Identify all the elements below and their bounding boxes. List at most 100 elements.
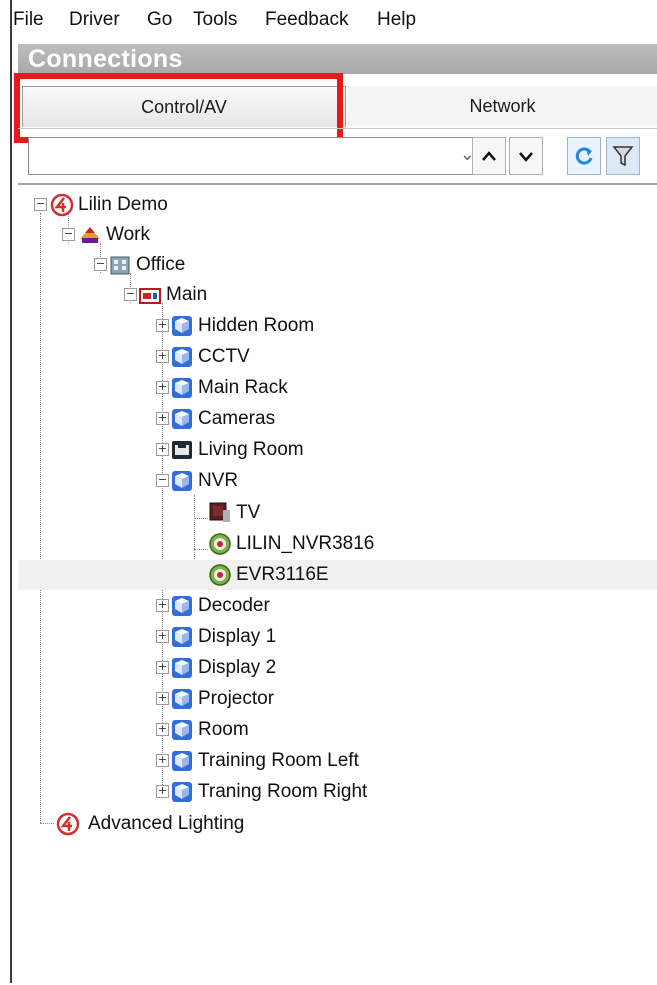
floor-icon [139, 288, 161, 304]
expand-toggle[interactable]: + [156, 443, 169, 456]
tree-node-label: Training Room Left [198, 750, 359, 771]
tree-node-lilin-demo[interactable]: − Lilin Demo [18, 190, 657, 220]
filter-button[interactable] [606, 137, 640, 175]
tree-node-work[interactable]: − Work [18, 220, 657, 250]
tree-node-label: Display 2 [198, 657, 277, 678]
room-cube-icon [172, 409, 192, 429]
tree-node-room[interactable]: + Projector [18, 684, 657, 714]
expand-toggle[interactable]: + [156, 723, 169, 736]
expand-toggle[interactable]: + [156, 599, 169, 612]
tree-node-label: Room [198, 719, 249, 740]
expand-toggle[interactable]: + [156, 350, 169, 363]
collapse-toggle[interactable]: − [62, 228, 75, 241]
tree-node-room[interactable]: + CCTV [18, 342, 657, 372]
tree-node-label: Projector [198, 688, 275, 709]
tree-node-room[interactable]: + Hidden Room [18, 311, 657, 341]
chevron-up-icon [482, 151, 496, 161]
tree-node-advanced-lighting[interactable]: Advanced Lighting [18, 809, 657, 839]
room-cube-icon [172, 658, 192, 678]
tree-node-label: Office [136, 254, 186, 275]
navigate-up-button[interactable] [472, 137, 506, 175]
tree-node-room[interactable]: + Main Rack [18, 373, 657, 403]
tree-node-label: Work [106, 224, 150, 245]
tree-node-room[interactable]: + Traning Room Right [18, 777, 657, 807]
expand-toggle[interactable]: + [156, 319, 169, 332]
tree-node-room[interactable]: + Display 2 [18, 653, 657, 683]
expand-toggle[interactable]: + [156, 630, 169, 643]
expand-toggle[interactable]: + [156, 412, 169, 425]
camera-lens-icon [209, 533, 231, 555]
tree-node-label: Hidden Room [198, 315, 315, 336]
tab-strip: Control/AV Network [18, 86, 657, 128]
room-cube-icon [172, 471, 192, 491]
connections-tree[interactable]: − Lilin Demo − Work − Office − Main + Hi… [18, 183, 657, 985]
tree-node-label: TV [236, 502, 261, 523]
tree-node-device-nvr[interactable]: LILIN_NVR3816 [18, 529, 657, 559]
connections-header: Connections [18, 44, 657, 74]
expand-toggle[interactable]: + [156, 661, 169, 674]
menu-feedback[interactable]: Feedback [265, 9, 348, 31]
tree-node-device-tv[interactable]: TV [18, 498, 657, 528]
expand-toggle[interactable]: + [156, 692, 169, 705]
navigate-down-button[interactable] [509, 137, 543, 175]
room-cube-icon [172, 627, 192, 647]
window-left-edge [10, 0, 12, 983]
tree-node-label: Advanced Lighting [88, 813, 245, 834]
menu-help[interactable]: Help [377, 9, 416, 31]
tree-node-room[interactable]: + Room [18, 715, 657, 745]
tree-node-room[interactable]: + Decoder [18, 591, 657, 621]
menu-bar: File Driver Go Tools Feedback Help [12, 0, 657, 38]
tree-node-label: Main [166, 284, 208, 305]
collapse-toggle[interactable]: − [34, 198, 47, 211]
tree-node-label: Cameras [198, 408, 276, 429]
tree-node-room-nvr[interactable]: − NVR [18, 466, 657, 496]
room-cube-icon [172, 596, 192, 616]
tab-network[interactable]: Network [348, 86, 657, 126]
control4-logo-icon [50, 193, 74, 217]
refresh-icon [575, 147, 593, 165]
refresh-button[interactable] [567, 137, 601, 175]
room-cube-icon [172, 689, 192, 709]
menu-file[interactable]: File [13, 9, 44, 31]
collapse-toggle[interactable]: − [94, 258, 107, 271]
control4-logo-icon [56, 812, 80, 836]
tv-icon [209, 502, 230, 522]
menu-go[interactable]: Go [147, 9, 172, 31]
tree-node-label: Display 1 [198, 626, 277, 647]
tree-node-label: CCTV [198, 346, 250, 367]
funnel-icon [612, 146, 634, 167]
menu-driver[interactable]: Driver [69, 9, 120, 31]
tree-node-label: Lilin Demo [78, 194, 168, 215]
tree-node-room[interactable]: + Display 1 [18, 622, 657, 652]
expand-toggle[interactable]: + [156, 754, 169, 767]
filter-bar: ⌄ [18, 128, 657, 181]
tree-node-label: NVR [198, 470, 239, 491]
tree-node-label: LILIN_NVR3816 [236, 533, 375, 554]
expand-toggle[interactable]: + [156, 381, 169, 394]
room-cube-icon [172, 378, 192, 398]
tree-node-office[interactable]: − Office [18, 250, 657, 280]
tree-node-room[interactable]: + Cameras [18, 404, 657, 434]
tree-node-main[interactable]: − Main [18, 280, 657, 310]
room-cube-icon [172, 720, 192, 740]
tree-node-label: Living Room [198, 439, 304, 460]
work-site-icon [80, 227, 100, 243]
panel-title: Connections [28, 45, 183, 73]
tab-control-av[interactable]: Control/AV [22, 86, 346, 127]
room-cube-icon [172, 782, 192, 802]
room-cube-icon [172, 347, 192, 367]
tree-node-room[interactable]: + Living Room [18, 435, 657, 465]
tree-node-label: Main Rack [198, 377, 288, 398]
menu-tools[interactable]: Tools [193, 9, 237, 31]
room-cube-icon [172, 751, 192, 771]
collapse-toggle[interactable]: − [124, 288, 137, 301]
tree-node-device-evr[interactable]: EVR3116E [18, 560, 657, 590]
expand-toggle[interactable]: + [156, 785, 169, 798]
collapse-toggle[interactable]: − [156, 474, 169, 487]
room-cube-icon [172, 316, 192, 336]
tree-node-room[interactable]: + Training Room Left [18, 746, 657, 776]
tree-node-label: EVR3116E [236, 564, 329, 585]
tree-node-label: Decoder [198, 595, 270, 616]
chevron-down-icon [519, 152, 533, 162]
filter-combobox[interactable]: ⌄ [28, 137, 482, 175]
